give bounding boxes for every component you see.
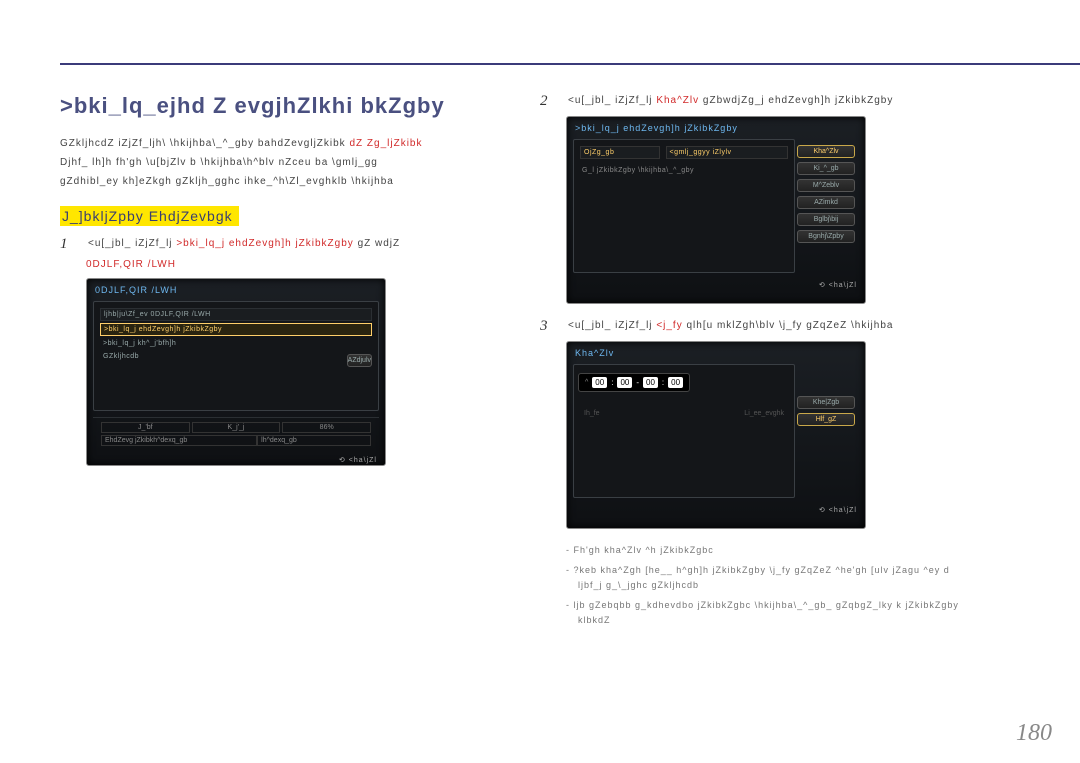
- shot2-tab-1[interactable]: OjZg_gb: [580, 146, 660, 159]
- screenshot-1: 0DJLF,QIR /LWH ljhb|ju\Zf_ev 0DJLF,QIR /…: [86, 278, 386, 466]
- back-arc-icon: ⟲: [819, 281, 826, 289]
- step-1-number: 1: [60, 236, 76, 253]
- step-2-text-b: gZbwdjZg_j ehdZevgh]h jZkibkZgby: [699, 95, 893, 106]
- shot3-back-button[interactable]: ⟲<ha\jZl: [819, 506, 857, 514]
- step-1-text-red: >bki_lq_j ehdZevgh]h jZkibkZgby: [176, 238, 353, 249]
- shot2-tab-2[interactable]: <gmlj_ggyy iZlylv: [666, 146, 788, 159]
- shot1-back-label: <ha\jZl: [349, 457, 377, 464]
- step-2-text: <u[_jbl_ iZjZf_lj Kha^Zlv gZbwdjZg_j ehd…: [568, 93, 893, 109]
- step-1-text-b: gZ wdjZ: [354, 238, 400, 249]
- step-1-redline: 0DJLF,QIR /LWH: [86, 259, 500, 270]
- shot2-back-label: <ha\jZl: [829, 282, 857, 289]
- shot2-hint: G_l jZkibkZgby \hkijhba\_^_gby: [578, 161, 790, 180]
- shot3-btn-2[interactable]: Hlf_gZ: [797, 413, 855, 426]
- time-caret-icon: ^: [585, 379, 588, 386]
- shot1-close-button[interactable]: AZdjulv: [347, 354, 372, 367]
- shot1-menu-item-3[interactable]: >bki_lq_j kh^_j'bfh]h: [100, 338, 372, 349]
- page-heading: >bki_lq_ejhd Z evgjhZlkhi bkZgby: [60, 93, 500, 119]
- screenshot-3: Kha^Zlv ^ 00 : 00 - 00 : 00 Ih_fe Li_ee_…: [566, 341, 866, 529]
- step-2-text-a: <u[_jbl_ iZjZf_lj: [568, 95, 656, 106]
- intro-line-2: Djhf_ lh]h fh'gh \u[bjZlv b \hkijhba\h^b…: [60, 154, 500, 171]
- note-3b: klbkdZ: [578, 613, 1080, 627]
- note-3: - ljb gZebqbb g_kdhevdbo jZkibkZgbc \hki…: [566, 598, 1080, 612]
- shot3-back-label: <ha\jZl: [829, 507, 857, 514]
- section-subheading: J_]bkljZpby EhdjZevbgk: [60, 206, 239, 226]
- intro-line-3: gZdhibl_ey kh]eZkgh gZkljh_gghc ihke_^h\…: [60, 173, 500, 190]
- shot1-menu-item-1[interactable]: ljhb|ju\Zf_ev 0DJLF,QIR /LWH: [100, 308, 372, 321]
- shot2-back-button[interactable]: ⟲<ha\jZl: [819, 281, 857, 289]
- shot3-hint-2: Li_ee_evghk: [744, 410, 784, 417]
- note-1: - Fh'gh kha^Zlv ^h jZkibkZgbc: [566, 543, 1080, 557]
- shot1-footer-row: J_'bf K_j'_j 86%: [101, 422, 371, 433]
- intro-line-1: GZkljhcdZ iZjZf_ljh\ \hkijhba\_^_gby bah…: [60, 135, 500, 152]
- intro-line-1a: GZkljhcdZ iZjZf_ljh\ \hkijhba\_^_gby bah…: [60, 138, 346, 149]
- shot2-title: >bki_lq_j ehdZevgh]h jZkibkZgby: [567, 117, 865, 139]
- shot1-foot2: EhdZevg jZkibkh^dexq_gb: [101, 435, 257, 446]
- time-seg-2[interactable]: 00: [617, 377, 632, 388]
- shot1-foot-c: 86%: [282, 422, 371, 433]
- shot3-title: Kha^Zlv: [567, 342, 865, 364]
- shot2-btn-3[interactable]: M^Zeblv: [797, 179, 855, 192]
- note-2b: ljbf_j g_\_jghc gZkljhcdb: [578, 578, 1080, 592]
- note-2: - ?keb kha^Zgh [he__ h^gh]h jZkibkZgby \…: [566, 563, 1080, 577]
- shot1-back-button[interactable]: ⟲<ha\jZl: [339, 456, 377, 464]
- time-seg-3[interactable]: 00: [643, 377, 658, 388]
- step-3-text-b: qlh[u mklZgh\blv \j_fy gZqZeZ \hkijhba: [683, 320, 894, 331]
- step-1-text: <u[_jbl_ iZjZf_lj >bki_lq_j ehdZevgh]h j…: [88, 236, 400, 252]
- time-seg-4[interactable]: 00: [668, 377, 683, 388]
- step-3-text-a: <u[_jbl_ iZjZf_lj: [568, 320, 656, 331]
- back-arc-icon: ⟲: [819, 506, 826, 514]
- shot2-btn-2[interactable]: Ki_^_gb: [797, 162, 855, 175]
- shot3-time-input[interactable]: ^ 00 : 00 - 00 : 00: [578, 373, 690, 392]
- time-seg-1[interactable]: 00: [592, 377, 607, 388]
- notes-block: - Fh'gh kha^Zlv ^h jZkibkZgbc - ?keb kha…: [566, 543, 1080, 627]
- shot3-hint-1: Ih_fe: [584, 410, 600, 417]
- shot1-title: 0DJLF,QIR /LWH: [87, 279, 385, 301]
- step-2-text-red: Kha^Zlv: [656, 95, 699, 106]
- intro-line-1-red: dZ Zg_ljZkibk: [349, 138, 422, 149]
- step-3-text-red: <j_fy: [656, 320, 682, 331]
- shot2-create-button[interactable]: Kha^Zlv: [797, 145, 855, 158]
- shot2-btn-6[interactable]: Bgnhj\Zpby: [797, 230, 855, 243]
- page-number: 180: [1016, 720, 1052, 747]
- screenshot-2: >bki_lq_j ehdZevgh]h jZkibkZgby OjZg_gb …: [566, 116, 866, 304]
- step-1-text-a: <u[_jbl_ iZjZf_lj: [88, 238, 176, 249]
- shot1-foot-a: J_'bf: [101, 422, 190, 433]
- shot1-foot-b: K_j'_j: [192, 422, 281, 433]
- shot3-btn-1[interactable]: Khe|Zgb: [797, 396, 855, 409]
- step-2-number: 2: [540, 93, 556, 110]
- shot2-btn-4[interactable]: AZimkd: [797, 196, 855, 209]
- shot1-menu-item-4[interactable]: GZkljhcdb: [100, 351, 372, 362]
- shot1-foot2r: lh^dexq_gb: [257, 435, 371, 446]
- step-3-number: 3: [540, 318, 556, 335]
- back-arc-icon: ⟲: [339, 456, 346, 464]
- shot2-btn-5[interactable]: Bglbj\bij: [797, 213, 855, 226]
- shot1-menu-item-2[interactable]: >bki_lq_j ehdZevgh]h jZkibkZgby: [100, 323, 372, 336]
- step-3-text: <u[_jbl_ iZjZf_lj <j_fy qlh[u mklZgh\blv…: [568, 318, 893, 334]
